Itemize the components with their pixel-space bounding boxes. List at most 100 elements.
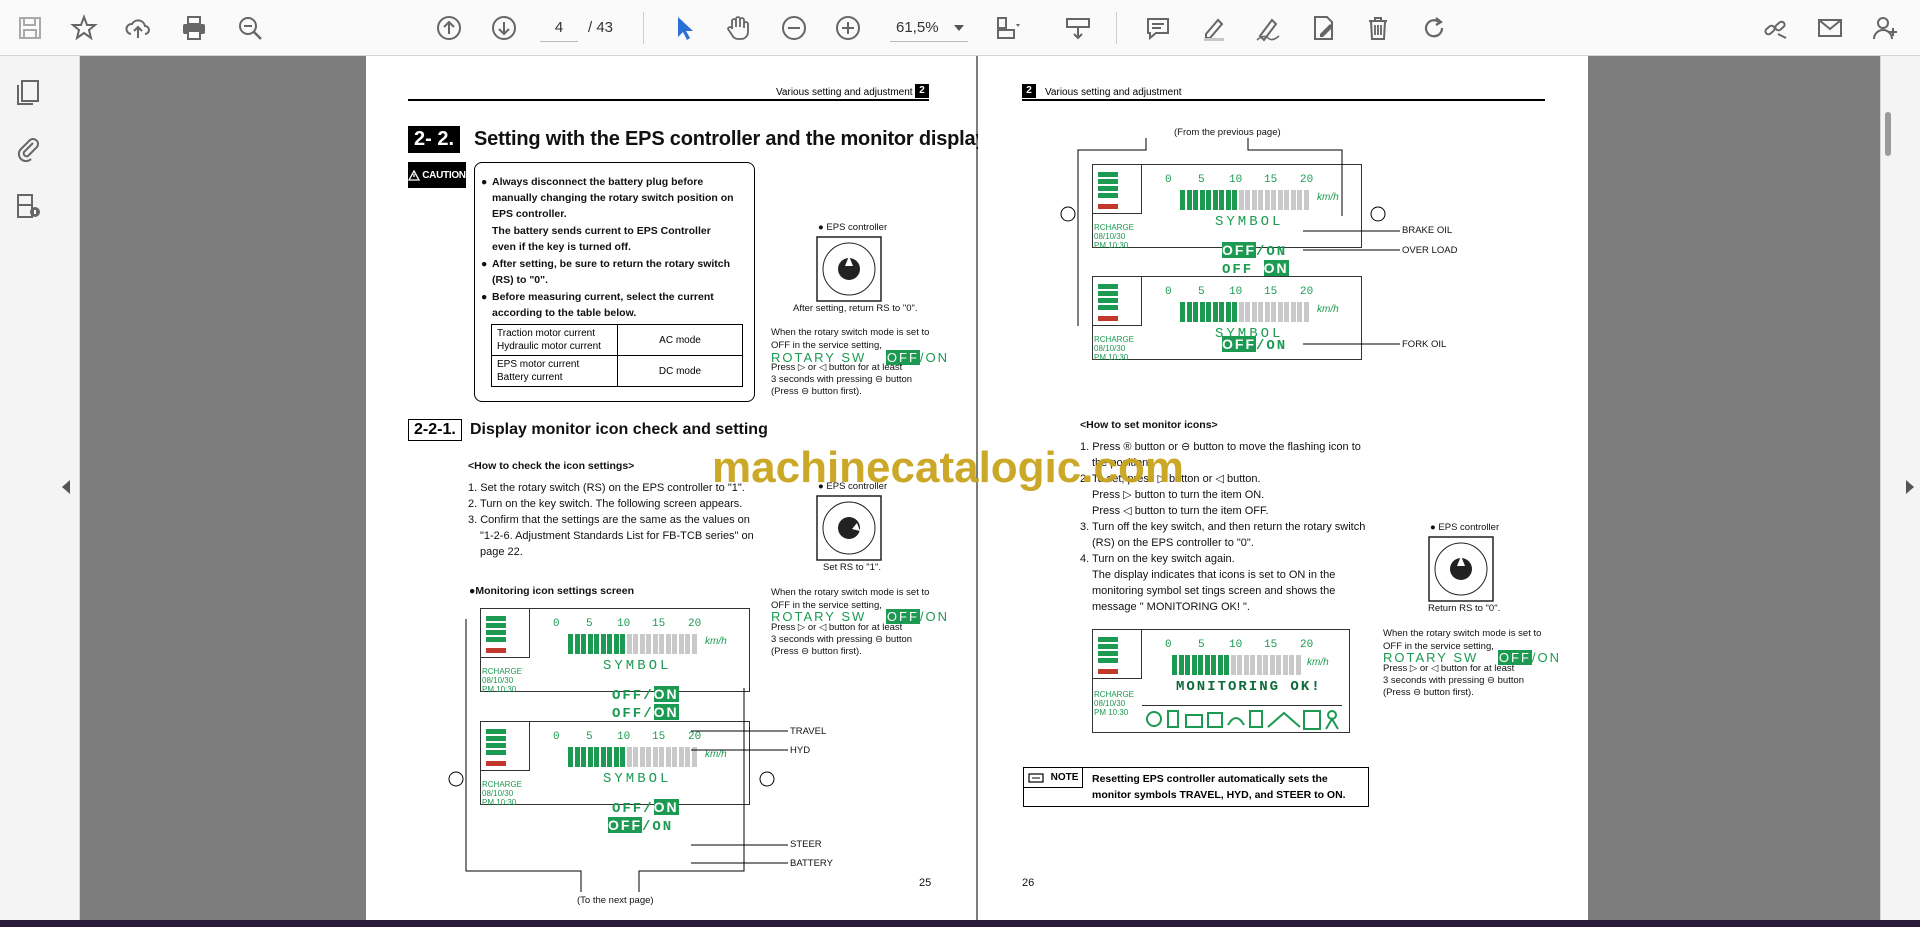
speed-tick: 15 [1264, 286, 1278, 298]
speed-segment [691, 634, 697, 654]
to-next-page-note: (To the next page) [577, 895, 654, 906]
print-icon[interactable] [176, 10, 212, 46]
speed-segment [581, 634, 586, 654]
table-cell: DC mode [617, 355, 743, 387]
subsection-number: 2-2-1. [408, 419, 462, 441]
save-icon[interactable] [12, 10, 48, 46]
gauge-bar [486, 761, 506, 766]
eps-label-text: EPS controller [826, 222, 888, 233]
scroll-mode-icon[interactable] [1060, 10, 1096, 46]
scrollbar-thumb[interactable] [1885, 112, 1891, 156]
speed-segment [1290, 302, 1296, 322]
speed-segment [1277, 302, 1283, 322]
speed-segment [1193, 190, 1198, 210]
label-over-load: OVER LOAD [1402, 245, 1458, 256]
speed-segment [1277, 190, 1283, 210]
speed-tick: 5 [586, 731, 593, 743]
zoom-out-icon[interactable] [776, 10, 812, 46]
gauge-bar [1098, 658, 1118, 663]
speed-segment [1224, 655, 1229, 675]
speed-tick: 15 [652, 731, 666, 743]
speed-tick: 20 [1300, 639, 1314, 651]
label-brake-oil: BRAKE OIL [1402, 225, 1453, 236]
page-header-text: Various setting and adjustment [776, 87, 913, 98]
email-icon[interactable] [1812, 10, 1848, 46]
page-number: 26 [1022, 877, 1035, 889]
sign-pen-icon[interactable] [1250, 10, 1286, 46]
speed-segment [678, 747, 684, 767]
zoom-select[interactable]: 61,5% [890, 14, 968, 42]
note-tag: NOTE [1023, 767, 1083, 788]
speed-segment [613, 634, 619, 654]
upload-cloud-icon[interactable] [120, 10, 156, 46]
speed-tick: 5 [1198, 286, 1205, 298]
press-note-3: (Press ⊖ button first). [771, 646, 862, 657]
gauge-bar [1098, 316, 1118, 321]
eps-controller-label: ● EPS controller [818, 222, 888, 233]
zoom-search-icon[interactable] [232, 10, 268, 46]
battery-value: OFF/ON [608, 817, 674, 835]
select-cursor-icon[interactable] [666, 10, 702, 46]
expand-right-panel-icon[interactable] [1906, 480, 1914, 494]
page-header-text: Various setting and adjustment [1045, 87, 1182, 98]
redo-rotate-icon[interactable] [1416, 10, 1452, 46]
rotary-switch-dial-icon [816, 495, 882, 561]
previous-page-icon[interactable] [431, 10, 467, 46]
attachments-paperclip-icon[interactable] [8, 128, 48, 168]
speed-segment [1297, 302, 1302, 322]
monitor-screen-text: Monitoring icon settings screen [475, 585, 635, 597]
zoom-in-icon[interactable] [830, 10, 866, 46]
speed-segment [1282, 655, 1288, 675]
press-note-2: 3 seconds with pressing ⊖ button [771, 374, 913, 385]
speed-tick: 10 [617, 731, 631, 743]
set-rs-note: Set RS to "1". [823, 562, 881, 573]
page-number-input[interactable] [540, 14, 578, 42]
step-3: 3. Confirm that the settings are the sam… [468, 514, 754, 558]
layers-info-icon[interactable] [8, 186, 48, 226]
speed-segment [1251, 190, 1257, 210]
caution-bullet: ● [481, 291, 488, 303]
speed-segment [1212, 302, 1218, 322]
bookmark-star-icon[interactable] [66, 10, 102, 46]
speed-tick: 5 [586, 618, 593, 630]
speed-unit: km/h [1307, 657, 1329, 668]
speed-segment [1269, 655, 1275, 675]
speed-segment [652, 634, 658, 654]
header-rule [408, 99, 929, 101]
speed-tick: 0 [1165, 639, 1172, 651]
hand-pan-icon[interactable] [720, 10, 756, 46]
speed-segment [1193, 302, 1198, 322]
trash-icon[interactable] [1360, 10, 1396, 46]
gauge-bar [1098, 204, 1118, 209]
caution-item-4: Before measuring current, select the cur… [492, 291, 714, 319]
speed-segment [1256, 655, 1262, 675]
add-user-icon[interactable] [1868, 10, 1904, 46]
speed-segment [1230, 655, 1236, 675]
step-4-detail: The display indicates that icons is set … [1092, 569, 1336, 613]
toolbar-divider [1116, 12, 1117, 44]
step-4: 4. Turn on the key switch again. [1080, 553, 1235, 565]
page-thumbnails-icon[interactable] [8, 72, 48, 112]
page-fit-icon[interactable] [990, 10, 1026, 46]
toolbar-divider [643, 12, 644, 44]
speed-unit: km/h [705, 749, 727, 760]
speed-segment [568, 747, 573, 767]
speed-segment [1180, 190, 1185, 210]
vertical-scrollbar[interactable] [1884, 60, 1894, 916]
comment-icon[interactable] [1140, 10, 1176, 46]
current-mode-table: Traction motor current Hydraulic motor c… [491, 324, 743, 387]
edit-document-icon[interactable] [1306, 10, 1342, 46]
note-label: NOTE [1050, 772, 1079, 783]
share-link-icon[interactable] [1758, 10, 1794, 46]
after-setting-note: After setting, return RS to "0". [793, 303, 918, 314]
hyd-value: OFF/ON [612, 704, 679, 722]
speed-segment [1271, 190, 1276, 210]
highlight-pen-icon[interactable] [1196, 10, 1232, 46]
collapse-left-panel-icon[interactable] [62, 480, 70, 494]
speed-segment [626, 747, 632, 767]
chapter-badge: 2 [915, 84, 929, 98]
next-page-icon[interactable] [486, 10, 522, 46]
speed-segment [1258, 190, 1263, 210]
gauge-bar [486, 729, 506, 734]
page-total: / 43 [588, 19, 614, 36]
